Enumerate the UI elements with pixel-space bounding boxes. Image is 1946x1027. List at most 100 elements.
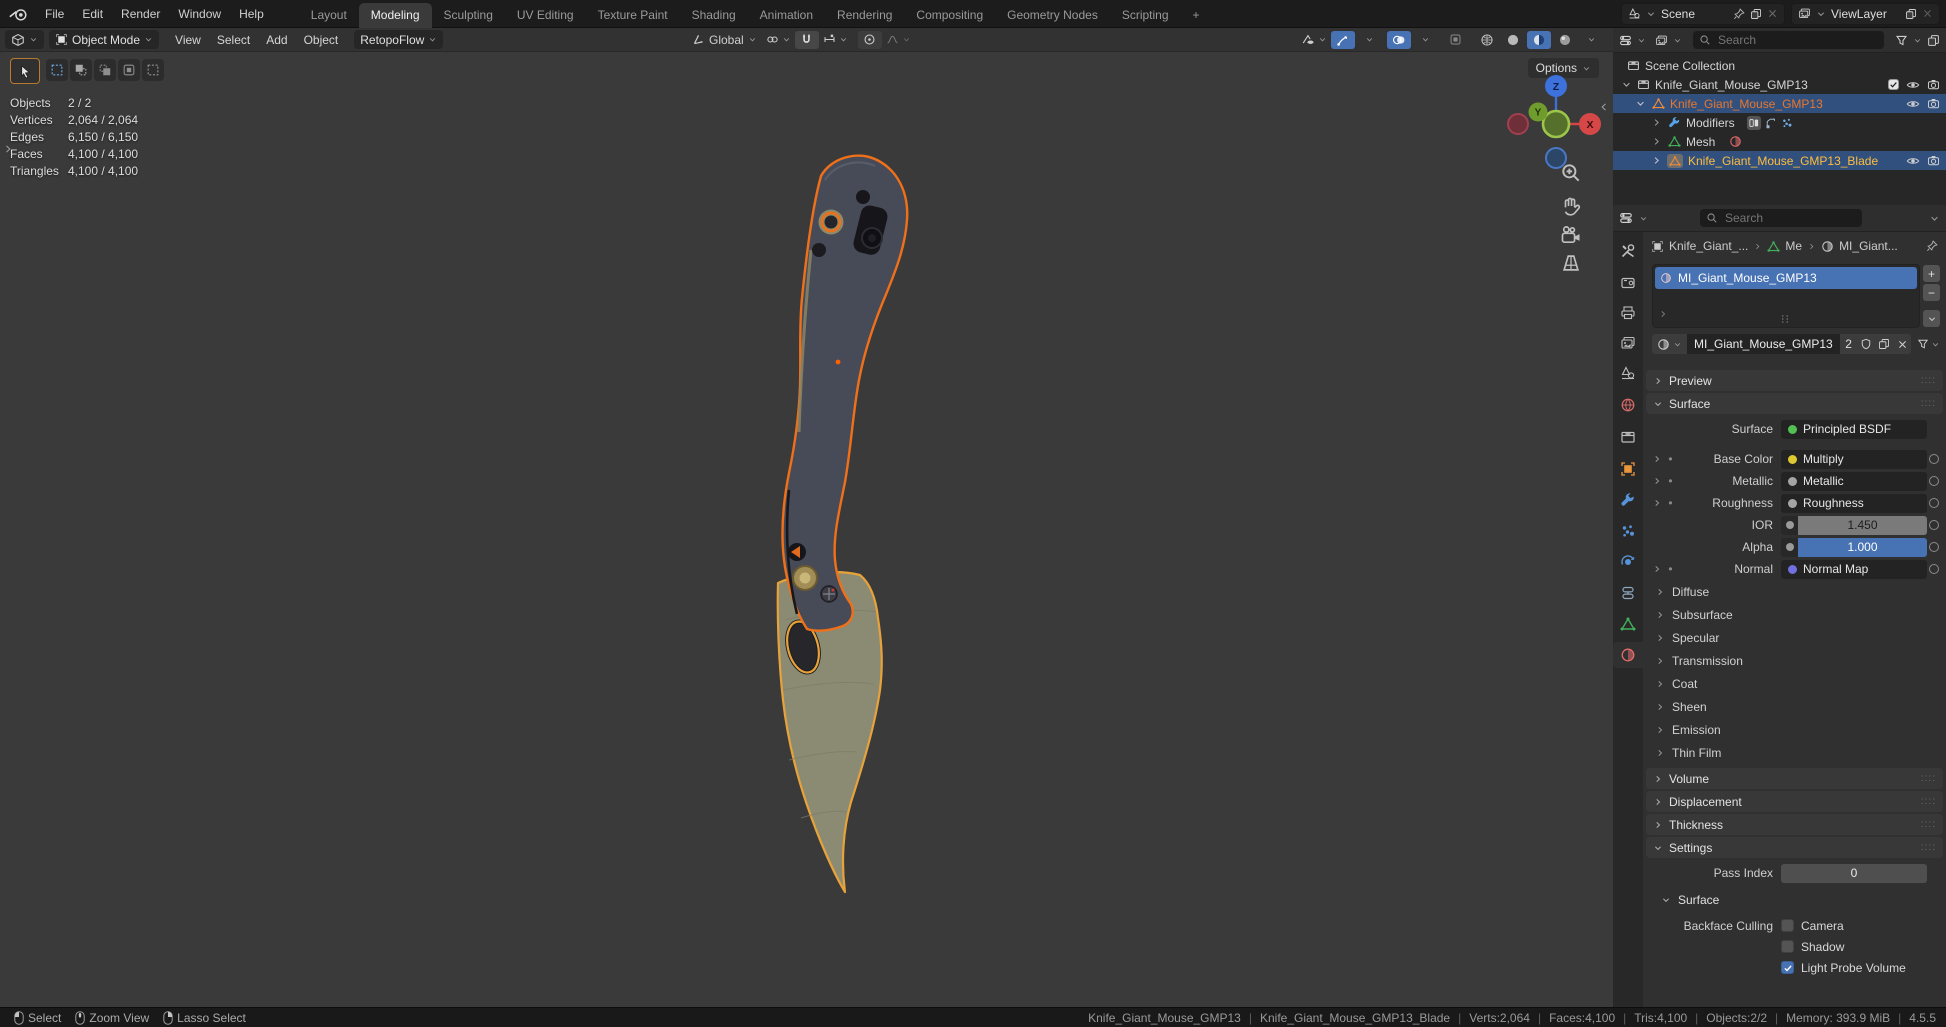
render-camera-icon[interactable] <box>1927 154 1940 167</box>
tab-object[interactable] <box>1613 456 1643 482</box>
tab-uv-editing[interactable]: UV Editing <box>505 3 586 28</box>
tab-compositing[interactable]: Compositing <box>904 3 995 28</box>
menu-select[interactable]: Select <box>209 31 258 49</box>
list-filter-toggle-icon[interactable] <box>1658 309 1668 319</box>
select-mode-subtract-button[interactable] <box>94 59 116 81</box>
base-color-field[interactable]: Multiply <box>1781 450 1927 469</box>
panel-thickness[interactable]: Thickness :::: <box>1646 814 1943 835</box>
proportional-falloff-button[interactable] <box>884 31 913 49</box>
gizmo-axis-y[interactable]: Y <box>1529 103 1548 122</box>
overlays-toggle[interactable] <box>1387 31 1411 49</box>
render-camera-icon[interactable] <box>1927 97 1940 110</box>
panel-grip[interactable]: :::: <box>1921 819 1936 830</box>
subpanel-coat[interactable]: Coat <box>1643 672 1946 695</box>
panel-volume[interactable]: Volume :::: <box>1646 768 1943 789</box>
breadcrumb-material[interactable]: MI_Giant... <box>1839 239 1898 253</box>
outliner-row-mesh[interactable]: Mesh <box>1613 132 1946 151</box>
breadcrumb-mesh[interactable]: Me <box>1785 239 1802 253</box>
tab-object-data[interactable] <box>1613 611 1643 637</box>
bevel-modifier-icon[interactable] <box>1765 117 1777 129</box>
mirror-modifier-icon[interactable] <box>1747 116 1761 130</box>
scene-selector[interactable]: Scene <box>1621 3 1785 25</box>
backface-camera-checkbox[interactable] <box>1781 919 1794 932</box>
active-tool-tweak-button[interactable] <box>10 58 40 84</box>
tab-scene[interactable] <box>1613 360 1643 386</box>
outliner-display-mode-icon[interactable] <box>1619 34 1632 47</box>
tab-material[interactable] <box>1613 642 1643 668</box>
collection-checkbox[interactable] <box>1888 79 1899 90</box>
panel-grip[interactable]: :::: <box>1921 796 1936 807</box>
tab-sculpting[interactable]: Sculpting <box>432 3 505 28</box>
disclosure-closed-icon[interactable] <box>1651 117 1662 128</box>
shading-dropdown[interactable] <box>1579 31 1603 49</box>
gizmo-axis-z[interactable]: Z <box>1545 75 1567 97</box>
outliner-filter-image-icon[interactable] <box>1655 34 1668 47</box>
outliner-search-input[interactable] <box>1716 32 1878 48</box>
tab-world[interactable] <box>1613 392 1643 418</box>
gizmo-axis-x[interactable]: X <box>1579 113 1601 135</box>
material-slot-selected[interactable]: MI_Giant_Mouse_GMP13 <box>1655 267 1917 289</box>
tab-geometry-nodes[interactable]: Geometry Nodes <box>995 3 1110 28</box>
add-slot-button[interactable]: + <box>1923 265 1940 282</box>
new-material-button[interactable] <box>1875 334 1893 354</box>
viewport-3d[interactable]: Options Objects2 / 2 Vertices2,064 / 2,0… <box>0 52 1613 1008</box>
select-mode-set-button[interactable] <box>46 59 68 81</box>
outliner-row-object-blade[interactable]: Knife_Giant_Mouse_GMP13_Blade <box>1613 151 1946 170</box>
render-camera-icon[interactable] <box>1927 78 1940 91</box>
add-workspace-button[interactable]: + <box>1181 3 1212 28</box>
subpanel-sheen[interactable]: Sheen <box>1643 695 1946 718</box>
tab-output[interactable] <box>1613 300 1643 326</box>
knife-model[interactable] <box>745 150 925 920</box>
properties-options-icon[interactable] <box>1929 213 1940 224</box>
menu-view[interactable]: View <box>167 31 209 49</box>
new-collection-icon[interactable] <box>1927 34 1940 47</box>
tab-collection[interactable] <box>1613 424 1643 450</box>
gizmo-toggle[interactable] <box>1331 31 1355 49</box>
fake-user-button[interactable] <box>1858 334 1876 354</box>
shading-rendered[interactable] <box>1553 31 1577 49</box>
outliner-row-modifiers[interactable]: Modifiers <box>1613 113 1946 132</box>
delete-viewlayer-icon[interactable] <box>1922 8 1933 19</box>
breadcrumb-object[interactable]: Knife_Giant_... <box>1669 239 1748 253</box>
editor-type-button[interactable] <box>5 30 44 49</box>
tab-physics[interactable] <box>1613 549 1643 575</box>
expand-icon[interactable] <box>1649 476 1664 486</box>
subpanel-emission[interactable]: Emission <box>1643 718 1946 741</box>
panel-grip[interactable]: :::: <box>1921 398 1936 409</box>
tab-scripting[interactable]: Scripting <box>1110 3 1181 28</box>
xray-toggle[interactable] <box>1443 31 1467 49</box>
snap-toggle[interactable] <box>795 31 819 49</box>
overlays-dropdown[interactable] <box>1413 31 1437 49</box>
shading-material-preview[interactable] <box>1527 31 1551 49</box>
disclosure-closed-icon[interactable] <box>1651 136 1662 147</box>
viewlayer-selector[interactable]: ViewLayer <box>1791 3 1940 25</box>
tab-layout[interactable]: Layout <box>299 3 359 28</box>
subpanel-transmission[interactable]: Transmission <box>1643 649 1946 672</box>
snap-target-button[interactable] <box>764 31 793 49</box>
decorator[interactable] <box>1927 542 1940 552</box>
select-mode-invert-button[interactable] <box>118 59 140 81</box>
shading-solid[interactable] <box>1501 31 1525 49</box>
expand-icon[interactable] <box>1649 498 1664 508</box>
pan-hand-icon[interactable] <box>1560 195 1582 217</box>
tab-rendering[interactable]: Rendering <box>825 3 904 28</box>
panel-displacement[interactable]: Displacement :::: <box>1646 791 1943 812</box>
panel-settings[interactable]: Settings :::: <box>1646 837 1943 858</box>
ior-socket[interactable] <box>1781 516 1798 535</box>
roughness-field[interactable]: Roughness <box>1781 494 1927 513</box>
mode-selector[interactable]: Object Mode <box>49 30 159 49</box>
tab-texture-paint[interactable]: Texture Paint <box>586 3 680 28</box>
delete-scene-icon[interactable] <box>1767 8 1778 19</box>
metallic-field[interactable]: Metallic <box>1781 472 1927 491</box>
menu-file[interactable]: File <box>36 5 73 23</box>
panel-grip[interactable]: :::: <box>1921 375 1936 386</box>
backface-shadow-checkbox[interactable] <box>1781 940 1794 953</box>
panel-preview[interactable]: Preview :::: <box>1646 370 1943 391</box>
slot-specials-button[interactable] <box>1923 310 1940 327</box>
orientation-button[interactable]: Global <box>687 31 762 49</box>
retopoflow-menu[interactable]: RetopoFlow <box>354 30 443 49</box>
unlink-material-button[interactable] <box>1893 334 1911 354</box>
hide-eye-icon[interactable] <box>1906 78 1920 92</box>
tab-animation[interactable]: Animation <box>748 3 825 28</box>
subpanel-diffuse[interactable]: Diffuse <box>1643 580 1946 603</box>
